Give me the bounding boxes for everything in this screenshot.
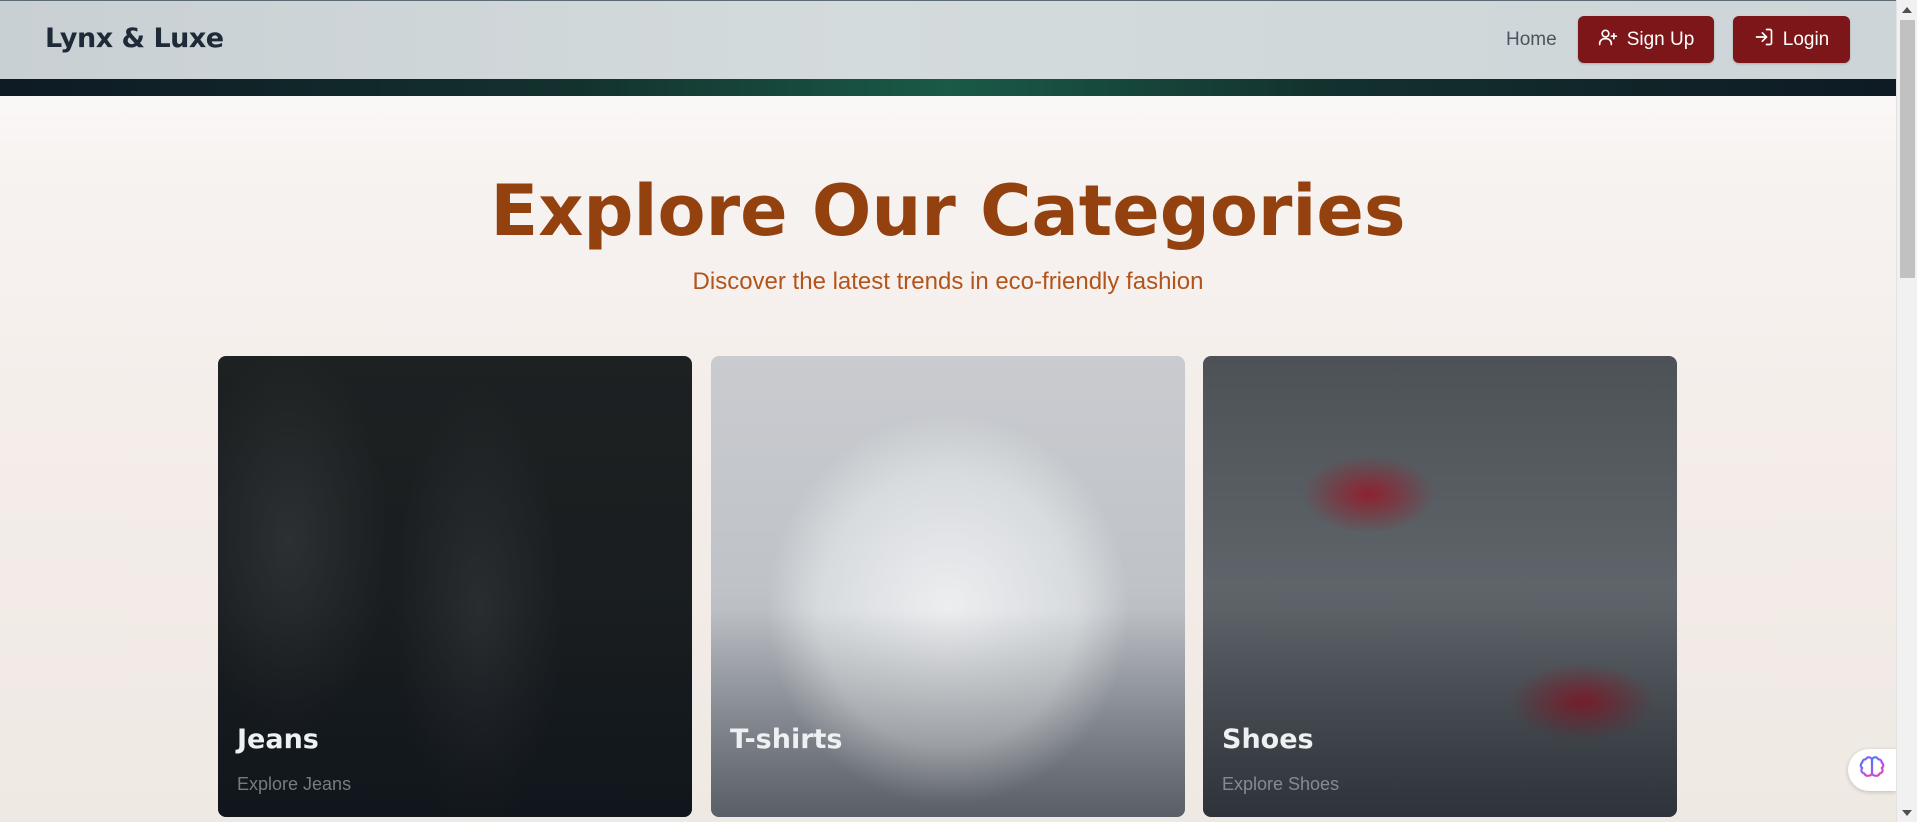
- category-card-jeans[interactable]: Jeans Explore Jeans: [218, 356, 692, 817]
- brain-icon: [1859, 755, 1885, 786]
- page-title: Explore Our Categories: [490, 170, 1406, 252]
- user-plus-icon: [1598, 27, 1618, 53]
- category-card-tshirts[interactable]: T-shirts: [711, 356, 1185, 817]
- card-title: Shoes: [1222, 724, 1314, 755]
- brand-logo[interactable]: Lynx & Luxe: [45, 23, 224, 54]
- scroll-up-arrow-icon[interactable]: [1902, 7, 1912, 13]
- category-card-shoes[interactable]: Shoes Explore Shoes: [1203, 356, 1677, 817]
- ai-assistant-button[interactable]: [1848, 749, 1896, 791]
- sign-up-label: Sign Up: [1626, 28, 1695, 50]
- nav-home-link[interactable]: Home: [1506, 29, 1557, 51]
- navbar: Lynx & Luxe Home Sign Up Login: [0, 0, 1896, 79]
- card-subtitle: Explore Jeans: [237, 774, 352, 794]
- login-button[interactable]: Login: [1733, 16, 1850, 63]
- card-title: Jeans: [237, 724, 319, 755]
- sign-up-button[interactable]: Sign Up: [1578, 16, 1714, 63]
- scroll-down-arrow-icon[interactable]: [1902, 810, 1912, 816]
- hero-banner-strip: [0, 79, 1896, 96]
- page-viewport: Lynx & Luxe Home Sign Up Login Explore O…: [0, 0, 1896, 822]
- card-subtitle: Explore Shoes: [1222, 774, 1340, 794]
- card-title: T-shirts: [730, 724, 843, 755]
- page-subtitle: Discover the latest trends in eco-friend…: [692, 268, 1204, 295]
- scrollbar-thumb[interactable]: [1900, 20, 1915, 278]
- login-label: Login: [1782, 28, 1830, 50]
- vertical-scrollbar[interactable]: [1896, 0, 1917, 822]
- log-in-icon: [1754, 27, 1774, 53]
